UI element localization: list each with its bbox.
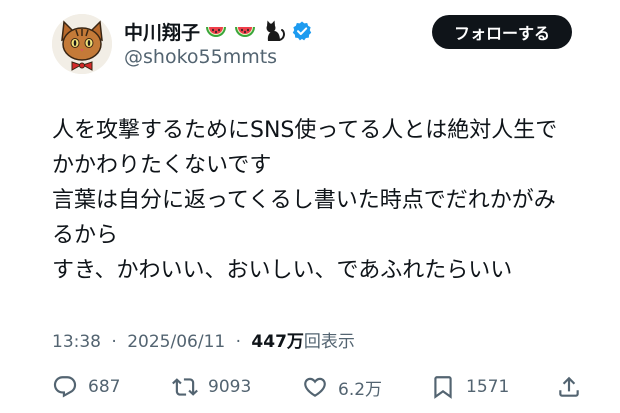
watermelon-icon <box>203 18 229 44</box>
meta-separator: · <box>235 332 242 352</box>
tweet-text-line: 人を攻撃するためにSNS使ってる人とは絶対人生で <box>52 118 558 143</box>
follow-button[interactable]: フォローする <box>432 15 572 49</box>
black-cat-icon <box>261 18 287 44</box>
tweet-text-line: かかわりたくないです <box>52 153 272 178</box>
tweet-text-line: るから <box>52 223 119 248</box>
heart-icon <box>304 377 326 397</box>
repost-button[interactable]: 9093 <box>172 370 251 404</box>
tweet-time[interactable]: 13:38 <box>52 332 101 352</box>
bookmark-count: 1571 <box>466 377 510 397</box>
views-count: 447万 <box>251 332 304 352</box>
reply-count: 687 <box>88 377 121 397</box>
reply-icon <box>53 376 77 398</box>
verified-badge-icon <box>291 20 313 42</box>
reply-button[interactable]: 687 <box>52 370 120 404</box>
tweet-date[interactable]: 2025/06/11 <box>127 332 225 352</box>
like-count: 6.2万 <box>338 379 383 400</box>
author-handle[interactable]: @shoko55mmts <box>124 46 277 68</box>
action-bar: 687 9093 6.2万 1571 <box>0 370 620 404</box>
repost-icon <box>172 378 198 396</box>
tweet: 中川翔子 @shoko55mmts フォローする 人を攻撃するためにSNS使って… <box>0 0 620 413</box>
tweet-text: 人を攻撃するためにSNS使ってる人とは絶対人生で かかわりたくないです 言葉は自… <box>52 113 592 288</box>
like-button[interactable]: 6.2万 <box>302 370 382 404</box>
tweet-text-line: 言葉は自分に返ってくるし書いた時点でだれかがみ <box>52 188 556 213</box>
share-icon <box>559 376 579 397</box>
cat-avatar-icon <box>52 14 112 74</box>
watermelon-icon <box>232 18 258 44</box>
display-name[interactable]: 中川翔子 <box>124 18 200 45</box>
meta-separator: · <box>111 332 117 352</box>
repost-count: 9093 <box>208 377 252 397</box>
bookmark-button[interactable]: 1571 <box>430 370 509 404</box>
bookmark-icon <box>434 376 452 399</box>
views-label: 回表示 <box>303 332 355 352</box>
author-name-row[interactable]: 中川翔子 <box>124 16 313 46</box>
tweet-text-line: すき、かわいい、おいしい、であふれたらいい <box>52 258 513 283</box>
tweet-meta: 13:38 · 2025/06/11 · 447万回表示 <box>52 327 355 352</box>
avatar[interactable] <box>52 14 112 74</box>
share-button[interactable] <box>556 370 582 404</box>
